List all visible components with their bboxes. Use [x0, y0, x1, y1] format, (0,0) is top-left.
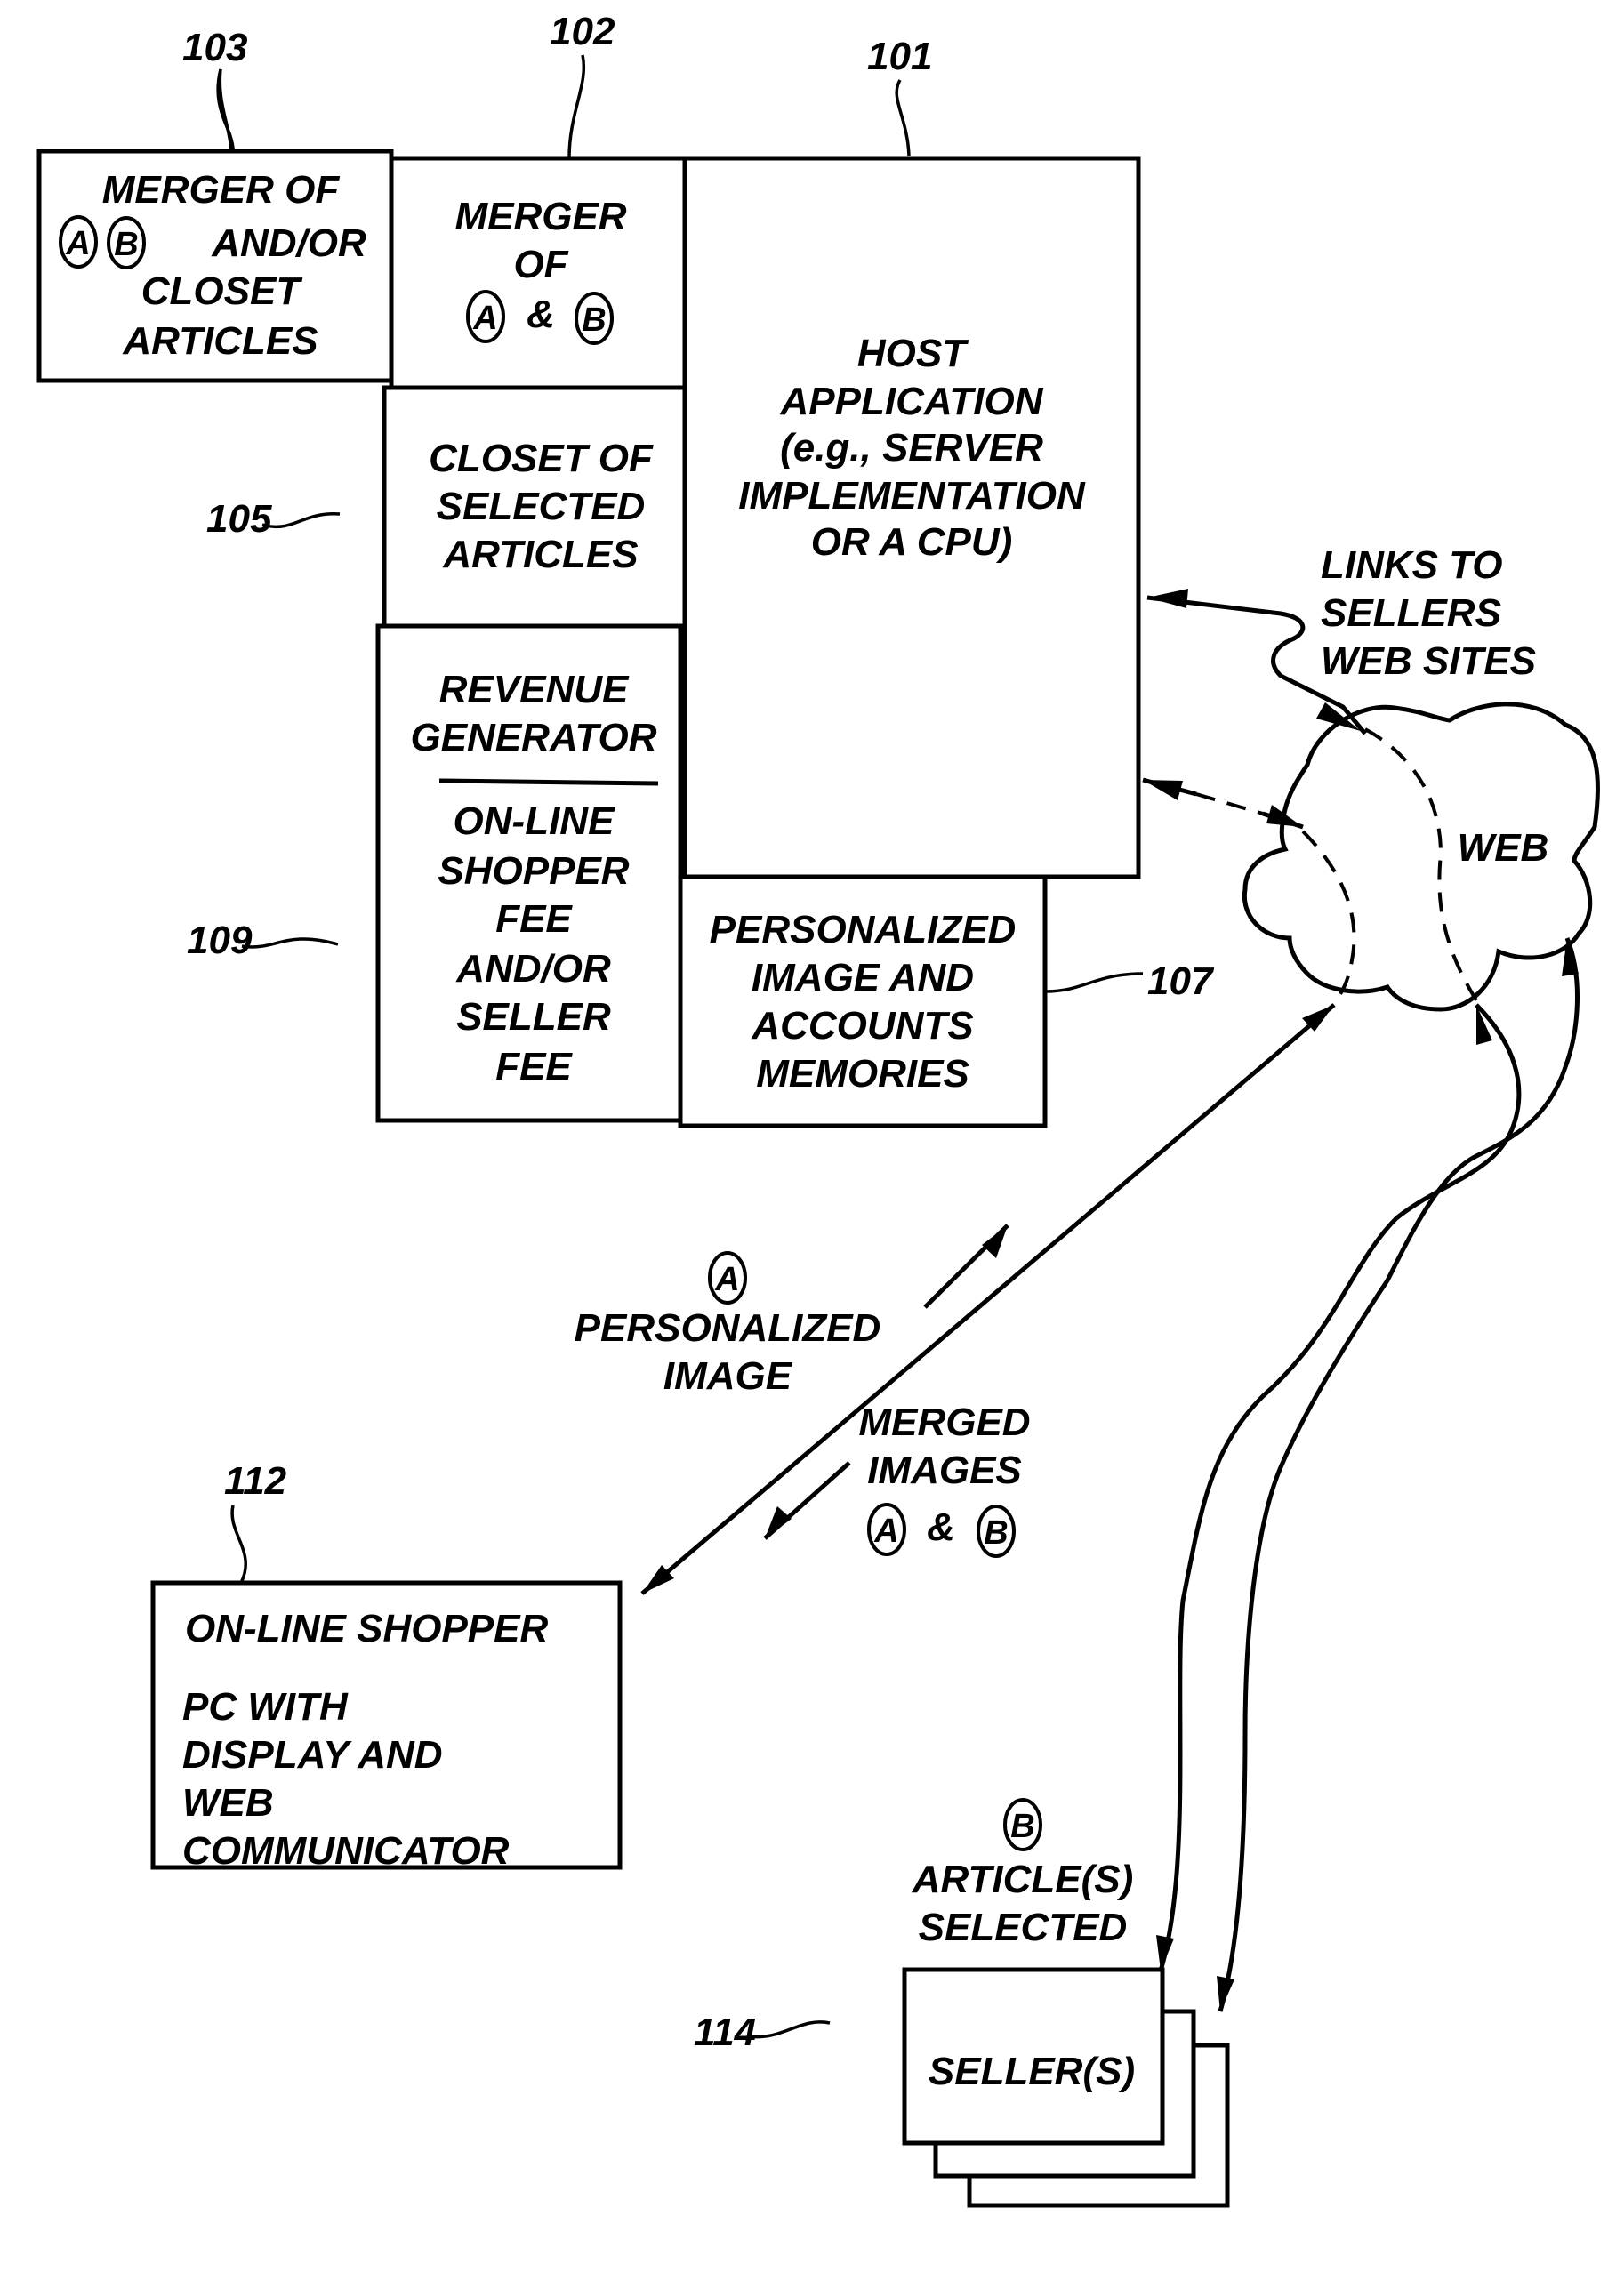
arrowhead-to-seller: [1156, 1935, 1174, 1971]
block-101-line-2: APPLICATION: [780, 380, 1044, 423]
svg-text:B: B: [984, 1514, 1008, 1552]
arrowhead-to-host: [1143, 780, 1183, 800]
upload-arrowhead: [982, 1225, 1008, 1258]
arrowhead-to-seller: [1217, 1976, 1234, 2011]
block-107-line-3: ACCOUNTS: [751, 1004, 973, 1048]
links-label-line-1: LINKS TO: [1321, 543, 1503, 587]
block-103-line-1: MERGER OF: [102, 168, 341, 212]
block-101-line-5: OR A CPU): [811, 520, 1013, 564]
system-diagram: 103 102 101 105 109 107 112 114 MERGER O…: [36, 10, 1600, 2208]
personalized-image-line-1: PERSONALIZED: [575, 1306, 881, 1350]
block-105-line-3: ARTICLES: [442, 533, 638, 576]
host-web-link-dashed: [1195, 792, 1264, 815]
svg-text:A: A: [873, 1513, 898, 1550]
svg-text:A: A: [65, 225, 90, 262]
ref-114: 114: [694, 2011, 756, 2054]
ref-105: 105: [206, 497, 272, 541]
block-105-line-2: SELECTED: [437, 485, 646, 528]
web-seller-link-2: [1218, 937, 1580, 2012]
leader-105: [261, 512, 341, 529]
web-label: WEB: [1458, 826, 1549, 870]
block-109-line-5: SELLER: [456, 995, 611, 1039]
ref-112: 112: [224, 1459, 287, 1503]
marker-a-circle: A: [867, 1503, 906, 1556]
links-label-line-3: WEB SITES: [1321, 639, 1536, 683]
block-101-line-1: HOST: [857, 332, 969, 375]
svg-text:A: A: [714, 1261, 739, 1298]
block-109-line-2: SHOPPER: [438, 849, 629, 893]
ref-101: 101: [867, 35, 932, 78]
block-109-title-1: REVENUE: [439, 668, 630, 711]
block-109-line-3: FEE: [495, 897, 573, 941]
download-arrowhead: [765, 1506, 792, 1538]
sellers-label: SELLER(S): [929, 2050, 1135, 2093]
block-101-line-4: IMPLEMENTATION: [738, 474, 1086, 518]
ref-102: 102: [550, 10, 615, 53]
svg-text:A: A: [472, 300, 497, 337]
merged-images-line-1: MERGED: [858, 1401, 1030, 1444]
block-103-line-3: CLOSET: [141, 269, 303, 313]
ref-109: 109: [187, 919, 253, 962]
shopper-line-2: DISPLAY AND: [182, 1733, 443, 1777]
links-label-line-2: SELLERS: [1321, 591, 1501, 635]
leader-102: [567, 54, 586, 159]
marker-a-circle: A: [708, 1251, 747, 1305]
shopper-line-1: PC WITH: [182, 1685, 349, 1729]
ref-103: 103: [182, 26, 247, 69]
block-107-line-1: PERSONALIZED: [710, 908, 1017, 951]
block-107-line-2: IMAGE AND: [752, 956, 974, 999]
merged-images-ampersand: &: [927, 1505, 955, 1549]
block-102-ampersand: &: [527, 293, 555, 336]
arrowhead-to-host: [1147, 589, 1188, 608]
web-seller-link-1: [1158, 1003, 1522, 1971]
block-109-line-1: ON-LINE: [454, 799, 616, 843]
articles-selected-line-1: ARTICLE(S): [912, 1858, 1134, 1901]
svg-text:B: B: [1010, 1808, 1034, 1845]
marker-b-circle: B: [1003, 1798, 1042, 1851]
block-101-line-3: (e.g., SERVER: [780, 426, 1043, 470]
leader-114: [748, 2020, 831, 2039]
marker-b-circle: B: [977, 1505, 1016, 1558]
leader-109: [241, 937, 339, 949]
shopper-title: ON-LINE SHOPPER: [185, 1607, 548, 1650]
personalized-image-line-2: IMAGE: [663, 1354, 793, 1398]
merged-images-line-2: IMAGES: [867, 1449, 1022, 1492]
block-107-line-4: MEMORIES: [756, 1052, 969, 1096]
leader-101: [895, 79, 911, 157]
block-105-line-1: CLOSET OF: [429, 437, 654, 480]
block-109-line-4: AND/OR: [455, 947, 611, 991]
block-109-line-6: FEE: [495, 1045, 573, 1088]
revenue-divider: [438, 778, 659, 786]
leader-112: [230, 1505, 247, 1586]
shopper-line-4: COMMUNICATOR: [182, 1829, 510, 1873]
block-103-line-4: ARTICLES: [122, 319, 318, 363]
svg-text:B: B: [582, 301, 606, 339]
ref-107: 107: [1147, 959, 1215, 1003]
leader-107: [1044, 972, 1144, 993]
block-102-line-2: OF: [513, 243, 568, 286]
block-102-line-1: MERGER: [454, 195, 626, 238]
shopper-line-3: WEB: [182, 1781, 274, 1825]
svg-text:B: B: [114, 226, 138, 263]
block-host-application: [682, 156, 1141, 879]
block-109-title-2: GENERATOR: [410, 716, 656, 759]
articles-selected-line-2: SELECTED: [919, 1906, 1128, 1949]
block-103-line-2: AND/OR: [211, 221, 366, 265]
